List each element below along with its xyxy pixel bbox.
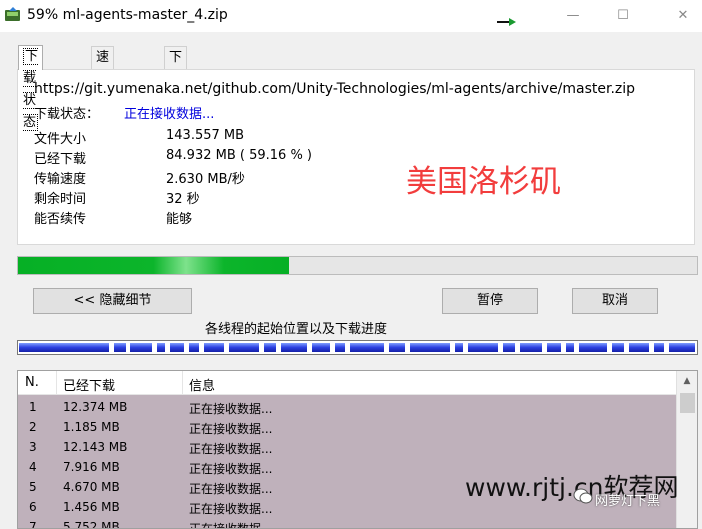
thread-segment [503, 343, 515, 352]
row-number: 3 [29, 440, 37, 454]
thread-segment [547, 343, 561, 352]
downloaded-value: 84.932 MB ( 59.16 % ) [166, 148, 312, 163]
thread-segment [229, 343, 259, 352]
thread-segment [130, 343, 152, 352]
thread-segment [455, 343, 463, 352]
column-divider[interactable] [182, 371, 183, 395]
row-downloaded: 7.916 MB [63, 460, 120, 474]
row-number: 5 [29, 480, 37, 494]
tab-completion-options[interactable]: 下载完成选项 [164, 46, 188, 175]
tab-speed-limit[interactable]: 速度限制 [91, 46, 115, 131]
idm-app-icon [4, 7, 22, 23]
list-row[interactable]: 3 12.143 MB 正在接收数据... [18, 437, 676, 457]
download-progress-bar [17, 256, 698, 275]
row-info: 正在接收数据... [189, 502, 273, 516]
thread-segment [170, 343, 184, 352]
list-header: N. 已经下载 信息 [18, 371, 676, 395]
thread-segment [189, 343, 199, 352]
status-label: 下载状态： [34, 107, 100, 122]
row-number: 2 [29, 420, 37, 434]
threads-label: 各线程的起始位置以及下载进度 [205, 322, 388, 337]
time-left-label: 剩余时间 [34, 192, 87, 207]
thread-segment [468, 343, 498, 352]
thread-segment [410, 343, 450, 352]
column-divider[interactable] [56, 371, 57, 395]
thread-segment [312, 343, 330, 352]
thread-segment [566, 343, 574, 352]
row-downloaded: 12.374 MB [63, 400, 128, 414]
row-downloaded: 5.752 MB [63, 520, 120, 529]
row-info: 正在接收数据... [189, 422, 273, 436]
wechat-icon [573, 488, 593, 508]
pause-button[interactable]: 暂停 [442, 288, 538, 314]
thread-segment [204, 343, 224, 352]
file-size-label: 文件大小 [34, 132, 87, 147]
thread-segment [669, 343, 695, 352]
row-downloaded: 1.456 MB [63, 500, 120, 514]
row-downloaded: 4.670 MB [63, 480, 120, 494]
thread-segment [157, 343, 165, 352]
arrow-icon [497, 15, 517, 30]
thread-segment [350, 343, 384, 352]
thread-segment [579, 343, 607, 352]
close-button[interactable]: ✕ [672, 6, 694, 26]
row-number: 4 [29, 460, 37, 474]
thread-segment [612, 343, 624, 352]
download-url: https://git.yumenaka.net/github.com/Unit… [34, 81, 636, 97]
thread-segment [654, 343, 664, 352]
status-panel: https://git.yumenaka.net/github.com/Unit… [17, 69, 695, 245]
file-size-value: 143.557 MB [166, 128, 245, 143]
cancel-button[interactable]: 取消 [572, 288, 658, 314]
scroll-up-icon[interactable]: ▲ [677, 371, 697, 391]
thread-segment [335, 343, 345, 352]
status-value: 正在接收数据... [124, 107, 215, 122]
thread-segment [520, 343, 542, 352]
column-header-number[interactable]: N. [25, 375, 39, 390]
thread-segment [389, 343, 405, 352]
thread-segment [264, 343, 276, 352]
wechat-account-watermark: 网萝灯下黑 [595, 494, 661, 509]
list-row[interactable]: 2 1.185 MB 正在接收数据... [18, 417, 676, 437]
minimize-button[interactable]: — [562, 6, 584, 26]
row-number: 6 [29, 500, 37, 514]
list-row[interactable]: 7 5.752 MB 正在接收数据... [18, 517, 676, 529]
thread-segment [281, 343, 307, 352]
location-overlay-text: 美国洛杉矶 [406, 164, 561, 200]
row-info: 正在接收数据... [189, 482, 273, 496]
resume-value: 能够 [166, 212, 193, 227]
thread-segment [114, 343, 126, 352]
hide-details-button[interactable]: << 隐藏细节 [33, 288, 192, 314]
list-row[interactable]: 1 12.374 MB 正在接收数据... [18, 397, 676, 417]
column-header-downloaded[interactable]: 已经下载 [63, 375, 115, 394]
row-downloaded: 12.143 MB [63, 440, 128, 454]
row-info: 正在接收数据... [189, 442, 273, 456]
thread-progress-strip [17, 340, 698, 355]
row-number: 7 [29, 520, 37, 529]
speed-value: 2.630 MB/秒 [166, 172, 245, 187]
row-info: 正在接收数据... [189, 402, 273, 416]
tab-download-status[interactable]: 下载状态 [18, 45, 44, 131]
maximize-button[interactable]: ☐ [612, 6, 634, 26]
downloaded-label: 已经下载 [34, 152, 87, 167]
title-bar: 59% ml-agents-master_4.zip — ☐ ✕ [0, 0, 702, 32]
row-number: 1 [29, 400, 37, 414]
window-title: 59% ml-agents-master_4.zip [27, 7, 228, 23]
row-downloaded: 1.185 MB [63, 420, 120, 434]
column-header-info[interactable]: 信息 [189, 375, 215, 394]
time-left-value: 32 秒 [166, 192, 200, 207]
progress-fill [18, 257, 289, 274]
row-info: 正在接收数据... [189, 522, 273, 529]
thread-segment [629, 343, 649, 352]
scrollbar-thumb[interactable] [680, 393, 695, 413]
resume-label: 能否续传 [34, 212, 87, 227]
speed-label: 传输速度 [34, 172, 87, 187]
list-scrollbar[interactable]: ▲ [676, 371, 697, 528]
thread-segment [19, 343, 109, 352]
row-info: 正在接收数据... [189, 462, 273, 476]
